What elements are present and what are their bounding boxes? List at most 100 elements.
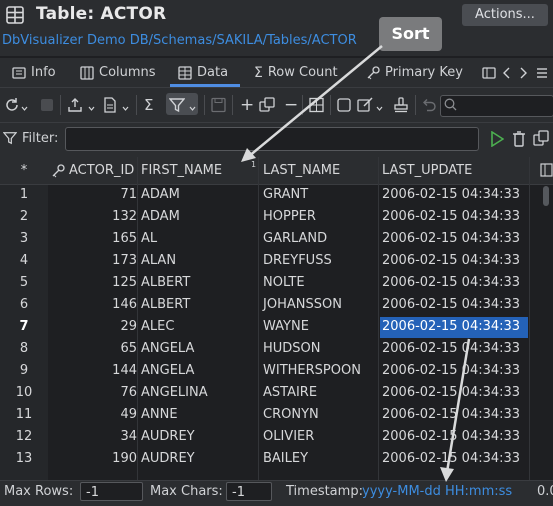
cell-first-name[interactable]: ALBERT	[141, 294, 190, 316]
max-rows-input[interactable]: -1	[80, 482, 143, 501]
chevron-right-icon[interactable]	[518, 67, 528, 79]
document-icon[interactable]	[103, 96, 117, 114]
cell-first-name[interactable]: ANGELINA	[141, 382, 208, 404]
grid-icon[interactable]	[309, 96, 324, 114]
cell-last-name[interactable]: OLIVIER	[263, 426, 314, 448]
cell-actor-id[interactable]: 165	[50, 228, 137, 250]
cell-last-name[interactable]: HUDSON	[263, 338, 321, 360]
cell-last-name[interactable]: CRONYN	[263, 404, 319, 426]
row-number[interactable]: 7	[0, 316, 48, 338]
chevron-down-icon[interactable]	[122, 100, 129, 118]
more-menu-icon[interactable]	[535, 66, 549, 80]
cell-first-name[interactable]: ALAN	[141, 250, 176, 272]
cell-actor-id[interactable]: 49	[50, 404, 137, 426]
cell-first-name[interactable]: ANGELA	[141, 360, 194, 382]
cell-last-name[interactable]: HOPPER	[263, 206, 316, 228]
cell-last-update[interactable]: 2006-02-15 04:34:33	[382, 228, 520, 250]
row-number[interactable]: 11	[0, 404, 48, 426]
cell-last-update[interactable]: 2006-02-15 04:34:33	[382, 316, 520, 338]
row-number[interactable]: 6	[0, 294, 48, 316]
cell-first-name[interactable]: ALEC	[141, 316, 174, 338]
cell-first-name[interactable]: ADAM	[141, 184, 180, 206]
cell-actor-id[interactable]: 29	[50, 316, 137, 338]
chevron-left-icon[interactable]	[502, 67, 512, 79]
export-icon[interactable]	[67, 96, 83, 114]
cell-actor-id[interactable]: 71	[50, 184, 137, 206]
cell-first-name[interactable]: AUDREY	[141, 426, 195, 448]
cell-actor-id[interactable]: 132	[50, 206, 137, 228]
delete-row-icon[interactable]: −	[284, 95, 298, 115]
cell-first-name[interactable]: ANNE	[141, 404, 178, 426]
cell-last-update[interactable]: 2006-02-15 04:34:33	[382, 272, 520, 294]
row-number[interactable]: 1	[0, 184, 48, 206]
row-number[interactable]: 13	[0, 448, 48, 470]
cell-actor-id[interactable]: 173	[50, 250, 137, 272]
cell-actor-id[interactable]: 34	[50, 426, 137, 448]
tab-columns[interactable]: Columns	[80, 62, 156, 84]
cell-last-name[interactable]: WITHERSPOON	[263, 360, 361, 382]
row-number[interactable]: 9	[0, 360, 48, 382]
apply-filter-icon[interactable]	[490, 131, 504, 147]
column-header-first-name[interactable]: FIRST_NAME	[141, 160, 222, 182]
column-divider[interactable]	[529, 157, 530, 480]
chevron-down-icon[interactable]	[376, 100, 383, 118]
object-path-link[interactable]: DbVisualizer Demo DB/Schemas/SAKILA/Tabl…	[2, 33, 357, 48]
cell-actor-id[interactable]: 144	[50, 360, 137, 382]
edit-icon[interactable]	[357, 96, 373, 114]
cell-last-update[interactable]: 2006-02-15 04:34:33	[382, 184, 520, 206]
column-divider[interactable]	[378, 157, 379, 480]
column-chooser-icon[interactable]	[540, 163, 553, 177]
cell-last-name[interactable]: ASTAIRE	[263, 382, 317, 404]
cell-last-name[interactable]: BAILEY	[263, 448, 308, 470]
column-divider[interactable]	[137, 157, 138, 480]
tab-primary-key[interactable]: Primary Key	[366, 62, 463, 84]
timestamp-format-link[interactable]: yyyy-MM-dd HH:mm:ss	[362, 484, 512, 499]
column-header-last-update[interactable]: LAST_UPDATE	[382, 160, 472, 182]
cell-last-update[interactable]: 2006-02-15 04:34:33	[382, 250, 520, 272]
tab-row-count[interactable]: Σ Row Count	[254, 62, 338, 84]
cell-first-name[interactable]: ALBERT	[141, 272, 190, 294]
cell-last-update[interactable]: 2006-02-15 04:34:33	[382, 294, 520, 316]
trash-icon[interactable]	[512, 131, 526, 147]
copy-icon[interactable]	[533, 130, 549, 146]
filter-input[interactable]	[65, 127, 479, 151]
checkbox-icon[interactable]	[337, 96, 351, 114]
chevron-down-icon[interactable]	[189, 100, 196, 118]
cell-actor-id[interactable]: 190	[50, 448, 137, 470]
tab-data[interactable]: Data	[178, 62, 228, 84]
cell-first-name[interactable]: ANGELA	[141, 338, 194, 360]
cell-last-name[interactable]: GARLAND	[263, 228, 327, 250]
save-icon[interactable]	[211, 96, 226, 114]
panel-layout-icon[interactable]	[482, 66, 496, 80]
stamp-icon[interactable]	[393, 96, 409, 114]
cell-last-update[interactable]: 2006-02-15 04:34:33	[382, 360, 520, 382]
cell-actor-id[interactable]: 65	[50, 338, 137, 360]
cell-last-name[interactable]: NOLTE	[263, 272, 305, 294]
row-number[interactable]: 10	[0, 382, 48, 404]
add-row-icon[interactable]: +	[240, 95, 254, 115]
vertical-scrollbar-thumb[interactable]	[543, 186, 549, 206]
row-number[interactable]: 5	[0, 272, 48, 294]
undo-icon[interactable]	[421, 96, 436, 114]
cell-actor-id[interactable]: 146	[50, 294, 137, 316]
cell-last-name[interactable]: WAYNE	[263, 316, 309, 338]
sigma-icon[interactable]: Σ	[144, 96, 153, 114]
max-chars-input[interactable]: -1	[226, 482, 272, 501]
row-number[interactable]: 12	[0, 426, 48, 448]
actions-button[interactable]: Actions...	[462, 4, 548, 26]
column-divider[interactable]	[258, 157, 259, 480]
stop-icon[interactable]	[40, 96, 54, 114]
cell-last-update[interactable]: 2006-02-15 04:34:33	[382, 206, 520, 228]
tab-info[interactable]: Info	[12, 62, 56, 84]
cell-first-name[interactable]: AUDREY	[141, 448, 195, 470]
cell-actor-id[interactable]: 125	[50, 272, 137, 294]
chevron-down-icon[interactable]	[21, 100, 28, 118]
cell-last-update[interactable]: 2006-02-15 04:34:33	[382, 338, 520, 360]
row-number[interactable]: 2	[0, 206, 48, 228]
row-number[interactable]: 8	[0, 338, 48, 360]
refresh-icon[interactable]	[4, 96, 20, 114]
cell-last-name[interactable]: GRANT	[263, 184, 308, 206]
cell-last-name[interactable]: DREYFUSS	[263, 250, 332, 272]
cell-last-update[interactable]: 2006-02-15 04:34:33	[382, 382, 520, 404]
column-header-last-name[interactable]: LAST_NAME	[263, 160, 340, 182]
